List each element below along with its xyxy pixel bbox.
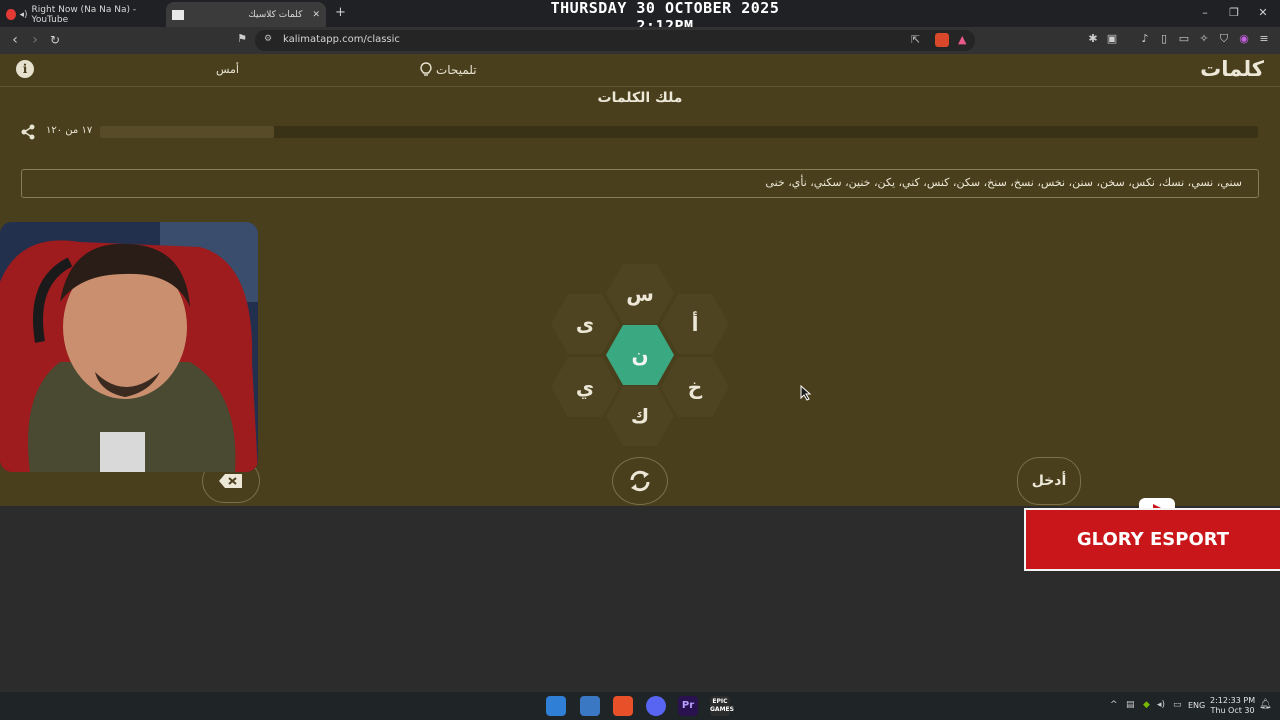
file-explorer-icon[interactable]: [580, 696, 600, 716]
shuffle-icon: [630, 470, 650, 492]
letter-hex-top[interactable]: س: [606, 264, 674, 324]
vpn-icon[interactable]: ⛉: [1218, 33, 1230, 45]
tab-youtube[interactable]: ◂) Right Now (Na Na Na) - YouTube: [6, 2, 156, 27]
backspace-icon: [219, 474, 242, 488]
found-words-box[interactable]: سني، نسي، نسك، نكس، سخن، سنن، نخس، نسخ، …: [21, 169, 1259, 198]
clock-date: Thu Oct 30: [1210, 706, 1255, 715]
clock-time: 2:12:33 PM: [1210, 696, 1256, 705]
letter-hex-center[interactable]: ن: [606, 325, 674, 385]
enter-button[interactable]: أدخل: [1017, 457, 1081, 505]
app-logo[interactable]: كلمات: [1200, 57, 1264, 81]
hints-button[interactable]: تلميحات: [420, 62, 477, 78]
tab-kalimat[interactable]: كلمات كلاسيك ✕: [166, 2, 326, 27]
progress-text: ١٧ من ١٢٠: [46, 125, 93, 136]
windows-start-icon[interactable]: [546, 696, 566, 716]
webcam-feed: [0, 222, 258, 472]
rewards-icon[interactable]: ▲: [958, 33, 966, 46]
nvidia-icon[interactable]: ◆: [1143, 700, 1150, 710]
info-icon[interactable]: i: [16, 60, 34, 78]
tab-title: Right Now (Na Na Na) - YouTube: [31, 4, 137, 25]
level-title: ملك الكلمات: [597, 90, 683, 106]
app-header: كلمات تلميحات أمس i: [0, 54, 1280, 87]
screenshot-icon[interactable]: ▣: [1106, 33, 1118, 45]
taskbar: Pr EPIC GAMES ^ ▤ ◆ ◂) ▭ ENG 2:12:33 PM T…: [0, 692, 1280, 720]
progress-fill: [100, 126, 274, 138]
sidebar-icon[interactable]: ▯: [1158, 33, 1170, 45]
youtube-icon: [6, 9, 16, 20]
tray-app-icon[interactable]: ▤: [1126, 700, 1135, 710]
system-clock[interactable]: 2:12:33 PM Thu Oct 30: [1210, 696, 1255, 716]
music-icon[interactable]: ♪: [1139, 33, 1151, 45]
volume-icon[interactable]: ◂): [1157, 700, 1165, 710]
glory-esport-banner: GLORY ESPORT: [1024, 508, 1280, 571]
menu-icon[interactable]: ≡: [1258, 33, 1270, 45]
close-window-icon[interactable]: ✕: [1256, 6, 1270, 19]
share-page-icon[interactable]: ⇱: [911, 33, 920, 46]
reload-icon[interactable]: ↻: [47, 33, 63, 47]
hints-label: تلميحات: [436, 63, 477, 77]
back-icon[interactable]: ‹: [7, 32, 23, 48]
letter-hex-upper-right[interactable]: أ: [661, 294, 729, 354]
bookmark-icon[interactable]: ⚑: [236, 33, 248, 45]
network-icon[interactable]: ▭: [1173, 700, 1182, 710]
url-text: kalimatapp.com/classic: [283, 34, 400, 45]
address-bar[interactable]: ⚙ kalimatapp.com/classic ⇱ ▲: [255, 30, 975, 51]
progress-bar: [100, 126, 1258, 138]
yesterday-button[interactable]: أمس: [216, 63, 239, 76]
epic-games-icon[interactable]: EPIC GAMES: [710, 696, 734, 716]
speaker-icon: ◂): [19, 9, 28, 20]
found-words-list: سني، نسي، نسك، نكس، سخن، سنن، نخس، نسخ، …: [765, 176, 1242, 189]
browser-toolbar: ‹ › ↻ ⚑ ⚙ kalimatapp.com/classic ⇱ ▲ ✱ ▣…: [0, 27, 1280, 54]
letter-hex-lower-right[interactable]: خ: [661, 357, 729, 417]
premiere-pro-icon[interactable]: Pr: [678, 696, 698, 716]
letter-hex-upper-left[interactable]: ى: [551, 294, 619, 354]
restore-icon[interactable]: ❐: [1227, 6, 1241, 19]
leo-icon[interactable]: ✧: [1198, 33, 1210, 45]
letter-hex-bottom[interactable]: ك: [606, 386, 674, 446]
new-tab-button[interactable]: +: [335, 5, 346, 20]
brave-icon[interactable]: [613, 696, 633, 716]
extensions-icon[interactable]: ✱: [1087, 33, 1099, 45]
site-info-icon[interactable]: ⚙: [264, 34, 272, 44]
brave-shield-icon[interactable]: [935, 33, 949, 47]
forward-icon[interactable]: ›: [27, 32, 43, 48]
minimize-icon[interactable]: –: [1198, 6, 1212, 19]
language-indicator[interactable]: ENG: [1188, 701, 1205, 710]
shuffle-button[interactable]: [612, 457, 668, 505]
browser-tab-bar: ◂) Right Now (Na Na Na) - YouTube كلمات …: [0, 0, 1280, 35]
bulb-icon: [420, 62, 432, 76]
mouse-cursor-icon: [800, 385, 812, 401]
tab-title: كلمات كلاسيك: [248, 9, 303, 20]
notification-bell-icon[interactable]: 🔔︎: [1259, 699, 1272, 710]
discord-icon[interactable]: [646, 696, 666, 716]
share-icon[interactable]: [20, 124, 36, 140]
webcam-overlay: [0, 222, 258, 472]
close-tab-icon[interactable]: ✕: [312, 10, 320, 20]
profile-icon[interactable]: ◉: [1238, 33, 1250, 45]
wallet-icon[interactable]: ▭: [1178, 33, 1190, 45]
tray-chevron-icon[interactable]: ^: [1110, 700, 1118, 710]
letter-hex-lower-left[interactable]: ي: [551, 357, 619, 417]
site-favicon-icon: [172, 9, 184, 20]
